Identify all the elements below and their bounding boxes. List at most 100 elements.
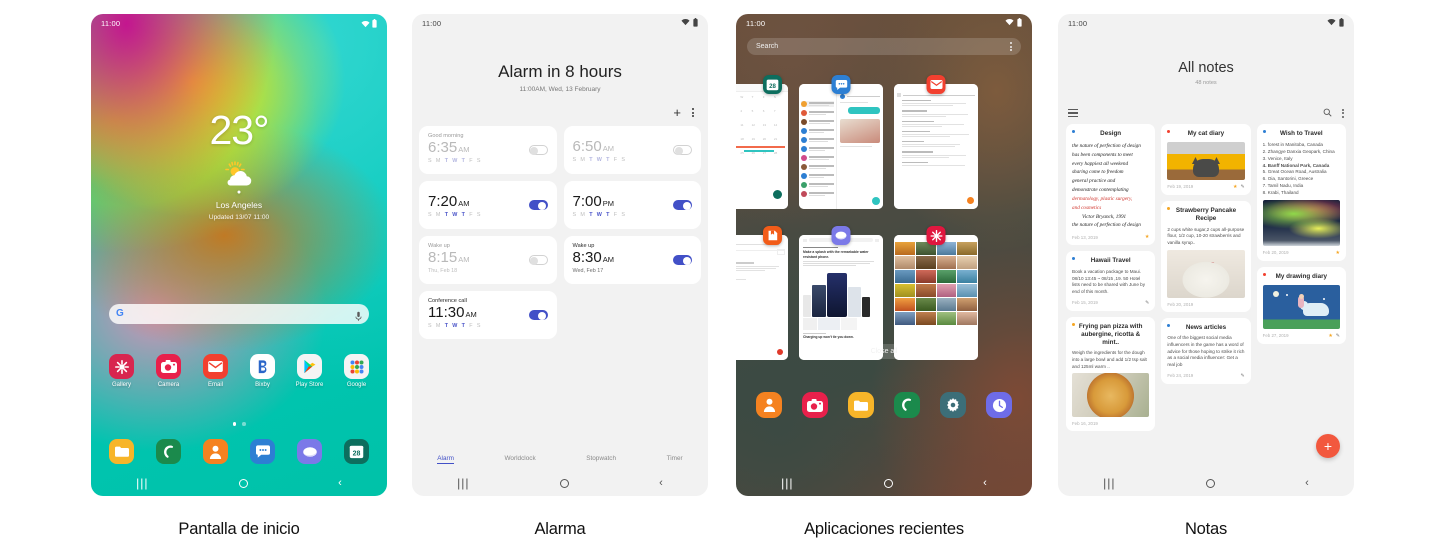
recent-thumb-email[interactable] <box>894 75 978 209</box>
note-date: Feb 27, 2019 <box>1262 333 1289 339</box>
note-date: Feb 19, 2019 <box>1167 184 1194 190</box>
alarm-card[interactable]: 7:00PM S M T W T F S <box>563 181 701 229</box>
alarm-card[interactable]: Wake up 8:30AM Wed, Feb 17 <box>563 236 701 284</box>
app-icon-gallery[interactable]: Gallery <box>99 354 144 388</box>
note-card[interactable]: News articles One of the biggest social … <box>1161 317 1251 384</box>
dock-icon-phone[interactable] <box>884 392 930 418</box>
alarm-list: Good morning 6:35AM S M T W T F S 6:50AM… <box>419 126 701 339</box>
dock-icon-clock[interactable] <box>976 392 1022 418</box>
alarm-days: S M T W T F S <box>572 211 627 218</box>
app-icon-email[interactable]: Email <box>193 354 238 388</box>
note-title: Design <box>1100 130 1122 137</box>
home-icon[interactable] <box>1205 478 1215 488</box>
recent-thumb-calendar[interactable]: 28 SMTWTFS 1234567 891011121314 15161718… <box>736 75 788 209</box>
add-note-button[interactable]: + <box>1316 434 1340 458</box>
alarm-toggle[interactable] <box>528 145 548 155</box>
phone-alarm-screen: 11:00 Alarm in 8 hours 11:00AM, Wed, 13 … <box>412 14 708 496</box>
alarm-card[interactable]: 7:20AM S M T W T F S <box>419 181 557 229</box>
alarm-toggle[interactable] <box>528 255 548 265</box>
dock-icon-settings[interactable] <box>930 392 976 418</box>
dock-icon-internet[interactable] <box>287 439 332 464</box>
alarm-card[interactable]: Wake up 8:15AM Thu, Feb 18 <box>419 236 557 284</box>
dock-icon-contacts[interactable] <box>193 439 238 464</box>
app-icon-play-store[interactable]: Play Store <box>287 354 332 388</box>
app-icon-camera[interactable]: Camera <box>146 354 191 388</box>
dock-icon-my-files[interactable] <box>838 392 884 418</box>
alarm-toggle[interactable] <box>673 200 692 210</box>
weather-widget[interactable]: 23° ● Los Angeles Updated 13/07 11:00 <box>91 110 387 222</box>
app-label: Bixby <box>255 382 270 388</box>
recents-icon[interactable]: ||| <box>1103 477 1115 489</box>
home-icon[interactable] <box>238 478 248 488</box>
dock-icon-camera[interactable] <box>792 392 838 418</box>
note-date: Feb 16, 2019 <box>1072 421 1098 427</box>
microphone-icon[interactable] <box>355 309 362 321</box>
note-color-dot <box>1167 323 1171 327</box>
more-options-icon[interactable] <box>1010 42 1012 51</box>
recent-thumb-notes[interactable] <box>736 226 788 360</box>
app-icon-bixby[interactable]: Bixby <box>240 354 285 388</box>
dock-icon-calendar[interactable]: 28 <box>334 439 379 464</box>
notes-count: 48 notes <box>1195 80 1217 86</box>
tab-worldclock[interactable]: Worldclock <box>505 455 536 464</box>
alarm-toggle[interactable] <box>673 255 692 265</box>
recent-thumb-internet[interactable]: Make a splash with the remarkable water … <box>799 226 883 360</box>
page-dot[interactable] <box>242 422 246 426</box>
recents-icon[interactable]: ||| <box>136 477 148 489</box>
back-icon[interactable]: ‹ <box>338 477 342 489</box>
hamburger-icon[interactable] <box>1068 109 1078 117</box>
page-dot-active[interactable] <box>232 422 236 426</box>
home-icon[interactable] <box>883 478 893 488</box>
back-icon[interactable]: ‹ <box>659 477 663 489</box>
note-card[interactable]: Wish to Travel 1. forest in Manitoba, Ca… <box>1256 124 1346 261</box>
battery-icon <box>1339 17 1344 29</box>
recents-search-bar[interactable]: Search <box>747 38 1021 55</box>
alarm-card[interactable]: Conference call 11:30AM S M T W T F S <box>419 291 557 339</box>
alarm-card[interactable]: 6:50AM S M T W T F S <box>563 126 701 174</box>
battery-icon <box>372 18 377 28</box>
alarm-toggle[interactable] <box>528 310 548 320</box>
note-date: Feb 15, 2019 <box>1072 300 1098 306</box>
note-card[interactable]: My cat diary Feb 19, 2019 ★ ✎ <box>1161 124 1251 195</box>
home-icon[interactable] <box>559 478 569 488</box>
recent-thumb-gallery[interactable] <box>894 226 978 360</box>
note-card[interactable]: Hawaii Travel Book a vacation package to… <box>1066 251 1156 311</box>
close-all-button[interactable]: Close all <box>853 344 915 359</box>
note-image-pizza <box>1072 373 1150 418</box>
tab-timer[interactable]: Timer <box>667 455 683 464</box>
plus-icon[interactable]: + <box>673 106 681 119</box>
alarm-toggle[interactable] <box>528 200 548 210</box>
note-card[interactable]: My drawing diary Feb 27, 2019 ★ ✎ <box>1256 266 1346 344</box>
back-icon[interactable]: ‹ <box>1305 477 1309 489</box>
search-icon[interactable] <box>1323 104 1332 122</box>
alarm-toggle[interactable] <box>673 145 692 155</box>
recent-thumb-messages[interactable] <box>799 75 883 209</box>
navigation-bar: ||| ‹ <box>736 470 1032 496</box>
back-icon[interactable]: ‹ <box>983 477 987 489</box>
dock-icon-phone[interactable] <box>146 439 191 464</box>
note-card[interactable]: Frying pan pizza with aubergine, ricotta… <box>1066 316 1156 432</box>
caption-notes: Notas <box>1184 520 1228 538</box>
app-folder-google[interactable]: Google <box>334 354 379 388</box>
alarm-card[interactable]: Good morning 6:35AM S M T W T F S <box>419 126 557 174</box>
page-indicator-dots <box>91 422 387 426</box>
dock-icon-messages[interactable] <box>240 439 285 464</box>
more-options-icon[interactable] <box>1342 108 1344 118</box>
note-date: Feb 24, 2019 <box>1167 373 1194 379</box>
tab-stopwatch[interactable]: Stopwatch <box>586 455 616 464</box>
weather-updated: Updated 13/07 11:00 <box>208 214 270 221</box>
recents-icon[interactable]: ||| <box>457 477 469 489</box>
status-bar: 11:00 <box>412 14 708 32</box>
tab-alarm[interactable]: Alarm <box>437 455 454 464</box>
dock-icon-my-files[interactable] <box>99 439 144 464</box>
note-image-drawing <box>1262 284 1340 329</box>
status-bar: 11:00 <box>1058 14 1354 32</box>
more-options-icon[interactable] <box>692 108 694 117</box>
recents-icon[interactable]: ||| <box>781 477 793 489</box>
alarm-days: S M T W T F S <box>428 322 482 329</box>
google-search-bar[interactable]: G <box>109 304 369 324</box>
note-card[interactable]: Design the nature of perfection of desig… <box>1066 124 1156 246</box>
dock-icon-contacts[interactable] <box>746 392 792 418</box>
note-card[interactable]: Strawberry Pancake Recipe 2 cups white s… <box>1161 200 1251 312</box>
caption-recents: Aplicaciones recientes <box>804 520 964 538</box>
